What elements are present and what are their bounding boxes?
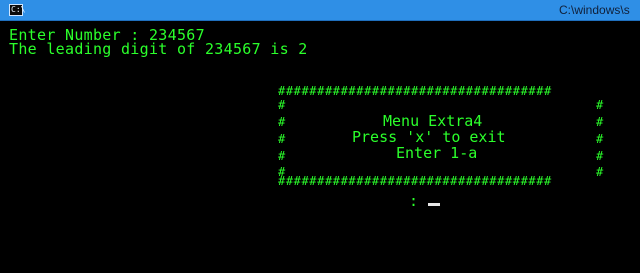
title-bar[interactable]: C:\ C:\windows\s	[0, 0, 640, 21]
menu-border-right: #	[596, 132, 604, 146]
menu-box: ################################### # # …	[278, 85, 606, 187]
input-prompt: :	[409, 192, 419, 210]
menu-border-right: #	[596, 115, 604, 129]
window-title: C:\windows\s	[559, 3, 630, 17]
console-window: C:\ C:\windows\s Enter Number : 234567 T…	[0, 0, 640, 273]
menu-border-right: #	[596, 165, 604, 179]
menu-border-right: #	[596, 149, 604, 163]
menu-exit-instruction: Press 'x' to exit	[352, 128, 506, 146]
console-icon-glyph: C:\	[11, 5, 26, 14]
menu-border-left: #	[278, 115, 286, 129]
menu-border-left: #	[278, 149, 286, 163]
console-icon: C:\	[9, 4, 26, 16]
menu-border-right: #	[596, 98, 604, 112]
console-output[interactable]: Enter Number : 234567 The leading digit …	[0, 21, 640, 273]
menu-border-left: #	[278, 132, 286, 146]
menu-border-left: #	[278, 98, 286, 112]
menu-border-bottom: ###################################	[278, 174, 552, 188]
menu-title: Menu Extra4	[383, 112, 483, 130]
menu-choice-instruction: Enter 1-a	[396, 144, 478, 162]
text-cursor[interactable]	[428, 203, 440, 206]
result-line: The leading digit of 234567 is 2	[9, 40, 308, 58]
menu-border-top: ###################################	[278, 84, 552, 98]
